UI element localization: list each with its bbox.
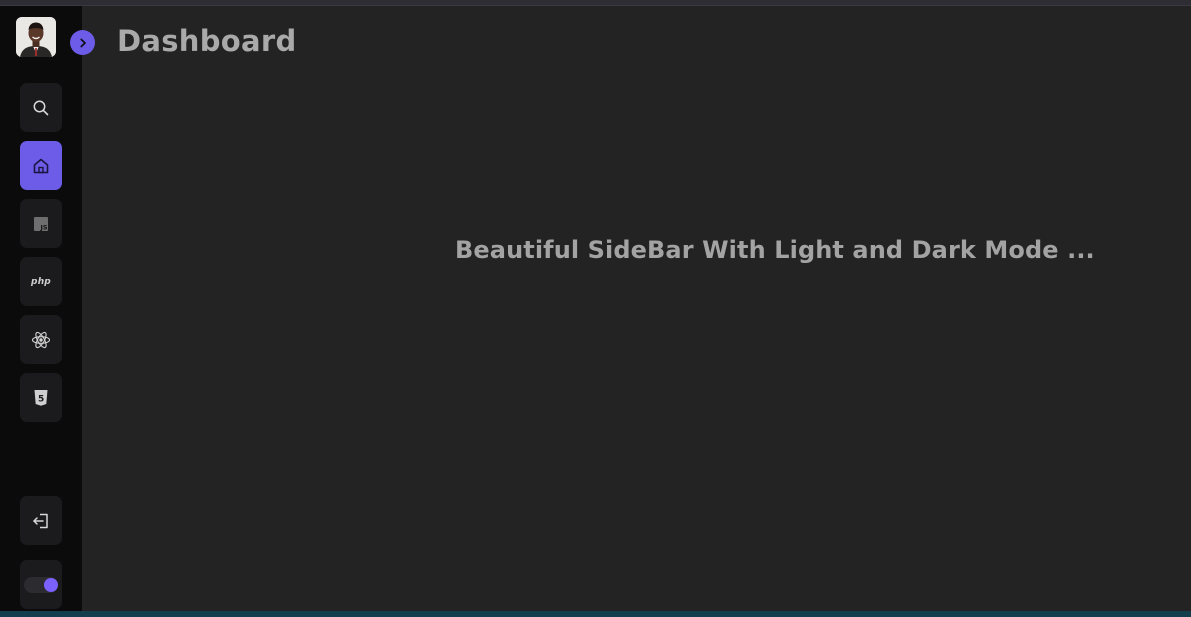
sidebar-item-php[interactable]: php bbox=[20, 257, 62, 306]
search-icon bbox=[33, 100, 49, 115]
logout-button[interactable] bbox=[20, 496, 62, 545]
sidebar-item-html5[interactable]: 5 bbox=[20, 373, 62, 422]
user-avatar[interactable] bbox=[16, 17, 56, 57]
sidebar-expand-button[interactable] bbox=[70, 30, 95, 55]
js-icon: JS bbox=[34, 216, 48, 231]
sidebar-item-react[interactable] bbox=[20, 315, 62, 364]
avatar-image bbox=[16, 17, 56, 57]
html5-icon-label: 5 bbox=[38, 394, 44, 404]
logout-icon bbox=[33, 513, 48, 528]
html5-icon: 5 bbox=[34, 389, 48, 406]
dark-mode-toggle[interactable] bbox=[20, 560, 62, 609]
sidebar: JS php 5 bbox=[0, 6, 82, 611]
react-icon bbox=[31, 331, 51, 348]
sidebar-item-home[interactable] bbox=[20, 141, 62, 190]
page-title: Dashboard bbox=[117, 24, 297, 58]
chevron-right-icon bbox=[79, 38, 86, 47]
sidebar-item-js[interactable]: JS bbox=[20, 199, 62, 248]
toggle-knob bbox=[44, 578, 58, 592]
window-bottom-border bbox=[0, 611, 1191, 617]
js-icon-label: JS bbox=[40, 223, 48, 231]
php-icon: php bbox=[31, 276, 51, 287]
toggle-track bbox=[24, 577, 58, 593]
home-icon bbox=[33, 158, 49, 173]
sidebar-item-search[interactable] bbox=[20, 83, 62, 132]
hero-text: Beautiful SideBar With Light and Dark Mo… bbox=[455, 236, 1095, 264]
main-content bbox=[82, 6, 1191, 611]
